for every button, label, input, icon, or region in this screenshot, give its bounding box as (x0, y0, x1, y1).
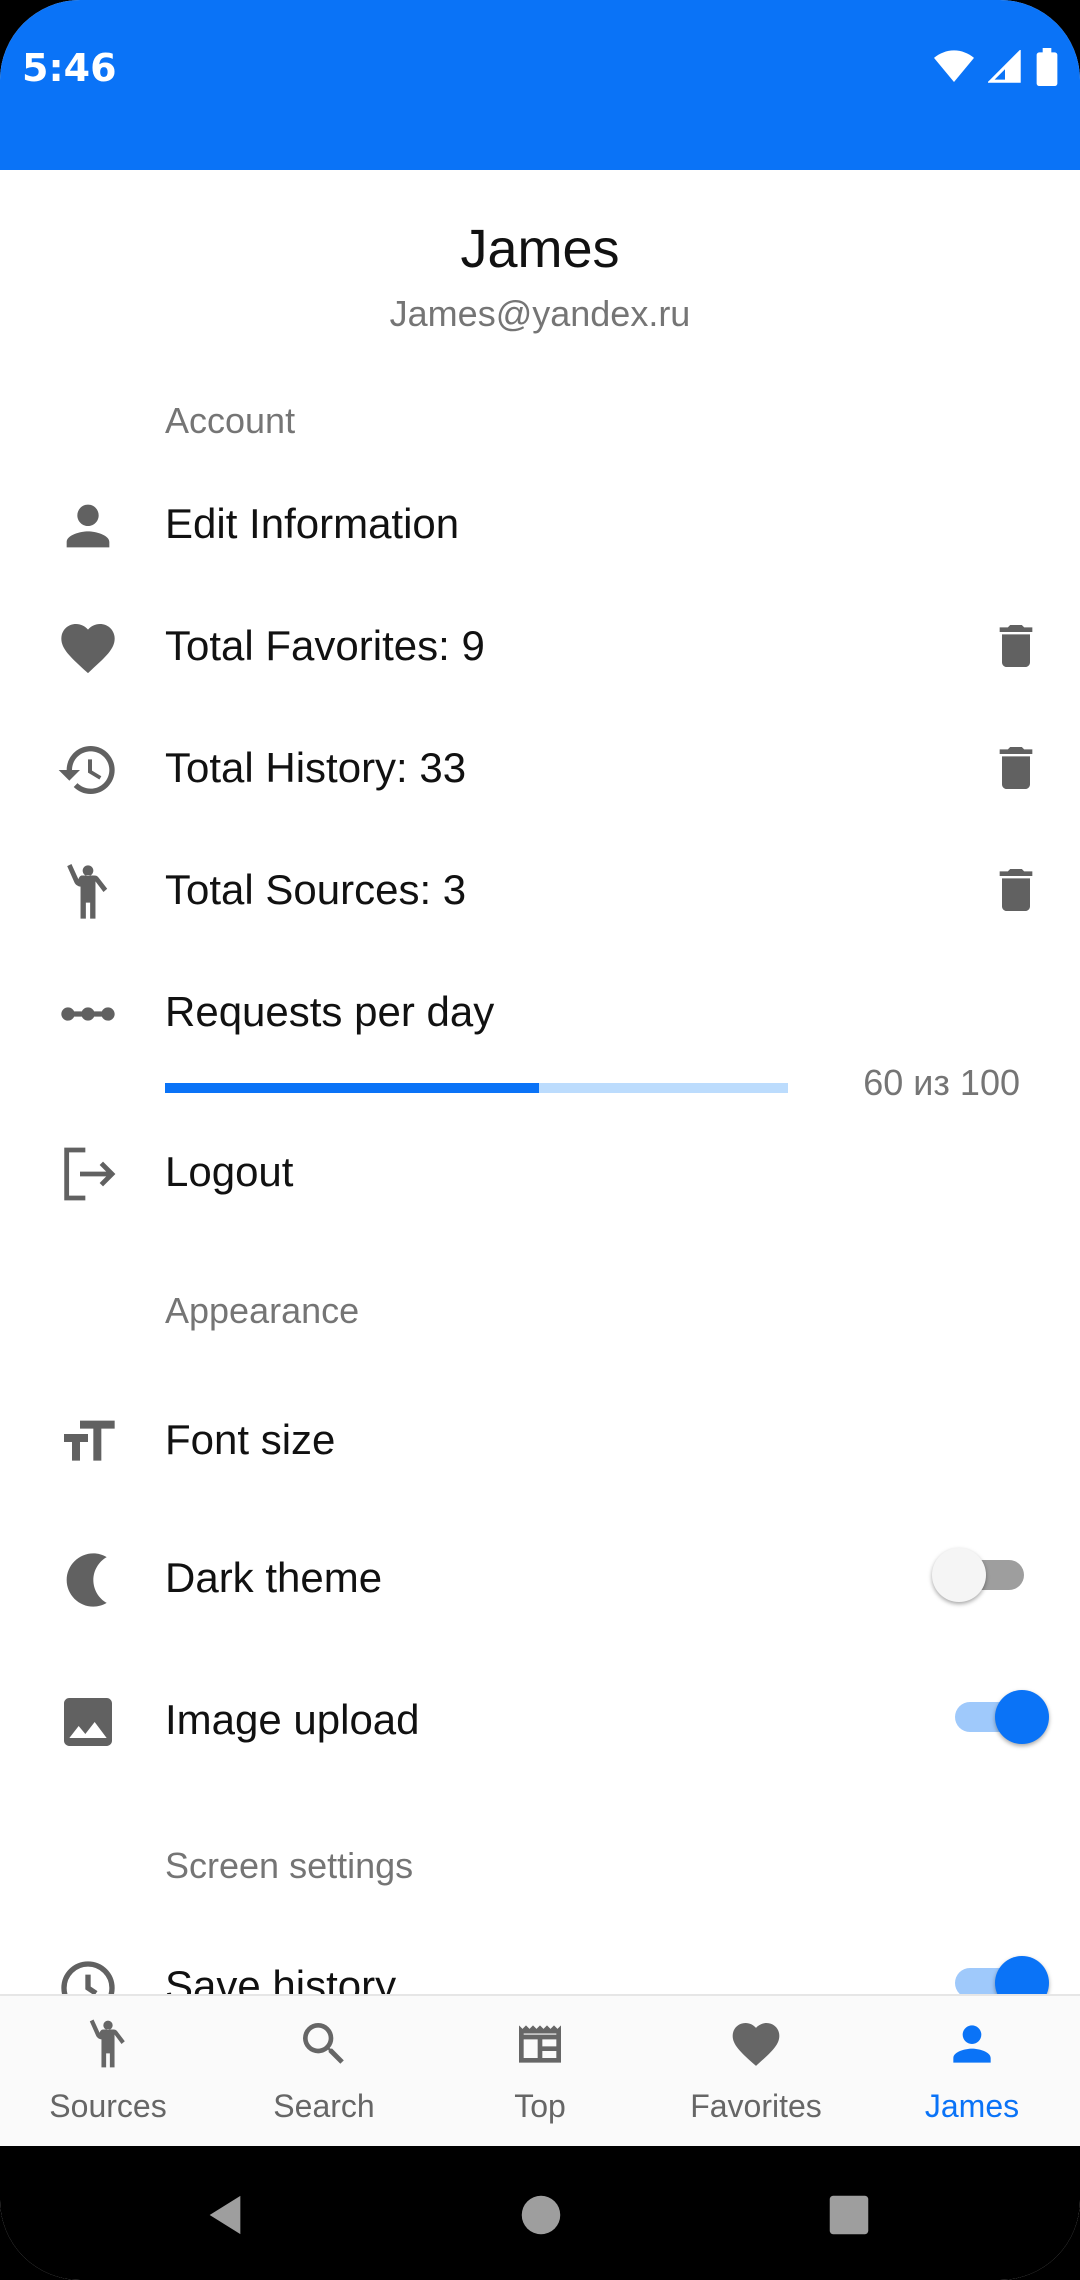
nav-favorites-label: Favorites (690, 2088, 822, 2124)
app-screen: 5:46 James James@yandex.ru Account Edit … (0, 0, 1080, 2280)
status-bar: 5:46 (0, 0, 1080, 170)
total-sources-label: Total Sources: 3 (165, 866, 467, 913)
user-email: James@yandex.ru (389, 293, 691, 334)
save-history-switch[interactable] (955, 1952, 1049, 1994)
back-icon[interactable] (202, 2192, 248, 2238)
person-icon (944, 2016, 1000, 2072)
moon-icon (56, 1548, 120, 1612)
dark-theme-switch[interactable] (932, 1544, 1030, 1604)
section-appearance: Appearance (165, 1290, 360, 1331)
nav-search-label: Search (273, 2088, 375, 2124)
nav-profile-label: James (924, 2088, 1020, 2124)
requests-per-day-row: Requests per day (0, 956, 1080, 1066)
sources-person-icon (80, 2016, 136, 2072)
history-icon (56, 738, 120, 802)
logout-label: Logout (165, 1148, 294, 1195)
requests-per-day-label: Requests per day (165, 988, 495, 1035)
newspaper-icon (512, 2016, 568, 2072)
logout-icon (56, 1142, 120, 1206)
text-size-icon (56, 1410, 120, 1474)
total-favorites-label: Total Favorites: 9 (165, 622, 485, 669)
system-navigation-bar (0, 2146, 1080, 2280)
user-name: James (460, 219, 620, 279)
delete-sources-icon[interactable] (988, 862, 1044, 918)
battery-icon (1036, 48, 1058, 86)
recents-icon[interactable] (828, 2194, 870, 2236)
total-sources-row: Total Sources: 3 (0, 834, 1080, 944)
linear-scale-icon (56, 982, 120, 1046)
save-history-label: Save history (165, 1962, 397, 1994)
section-account: Account (165, 400, 296, 441)
section-screen-settings: Screen settings (165, 1845, 414, 1886)
nav-favorites[interactable]: Favorites (648, 1996, 864, 2148)
nav-sources-label: Sources (49, 2088, 167, 2124)
dark-theme-row: Dark theme (0, 1522, 1080, 1632)
nav-top-label: Top (514, 2088, 566, 2124)
total-history-row: Total History: 33 (0, 712, 1080, 822)
signal-icon (988, 50, 1022, 84)
profile-screen: James James@yandex.ru Account Edit Infor… (0, 170, 1080, 1994)
save-history-row: Save history (0, 1930, 1080, 1994)
nav-sources[interactable]: Sources (0, 1996, 216, 2148)
requests-progress-fill (165, 1083, 539, 1093)
status-time: 5:46 (22, 46, 117, 90)
font-size-row[interactable]: Font size (0, 1384, 1080, 1494)
nav-profile[interactable]: James (864, 1996, 1080, 2148)
clock-icon (56, 1956, 120, 1994)
heart-icon (728, 2016, 784, 2072)
logout-row[interactable]: Logout (0, 1116, 1080, 1226)
delete-favorites-icon[interactable] (988, 618, 1044, 674)
edit-information-label: Edit Information (165, 500, 460, 547)
heart-icon (56, 616, 120, 680)
sources-person-icon (56, 860, 120, 924)
image-icon (56, 1690, 120, 1754)
bottom-navigation: Sources Search Top Favorites James (0, 1994, 1080, 2148)
edit-information-row[interactable]: Edit Information (0, 468, 1080, 578)
image-upload-switch[interactable] (955, 1686, 1049, 1746)
requests-progress-bar (165, 1083, 788, 1093)
nav-top[interactable]: Top (432, 1996, 648, 2148)
nav-search[interactable]: Search (216, 1996, 432, 2148)
person-icon (56, 494, 120, 558)
font-size-label: Font size (165, 1416, 336, 1463)
requests-count: 60 из 100 (863, 1062, 1020, 1103)
home-icon[interactable] (520, 2194, 562, 2236)
dark-theme-label: Dark theme (165, 1554, 383, 1601)
image-upload-label: Image upload (165, 1696, 420, 1743)
wifi-icon (934, 50, 974, 84)
total-favorites-row: Total Favorites: 9 (0, 590, 1080, 700)
image-upload-row: Image upload (0, 1664, 1080, 1774)
total-history-label: Total History: 33 (165, 744, 467, 791)
search-icon (296, 2016, 352, 2072)
delete-history-icon[interactable] (988, 740, 1044, 796)
